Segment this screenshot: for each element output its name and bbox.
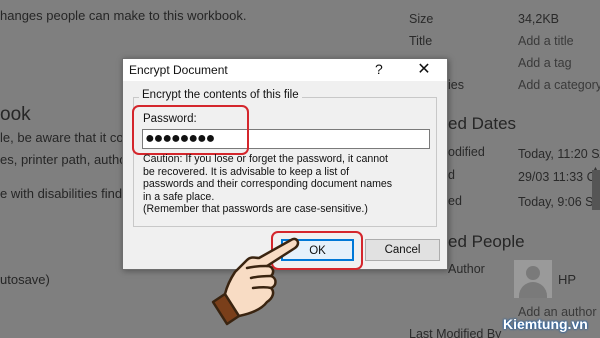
author-label: Author bbox=[448, 262, 485, 276]
pointing-hand-icon bbox=[211, 237, 300, 326]
scrollbar-thumb[interactable] bbox=[592, 170, 600, 210]
related-people-heading: ed People bbox=[448, 232, 525, 251]
backstage-text: utosave) bbox=[0, 272, 50, 287]
last-printed-value: Today, 9:06 SA bbox=[518, 195, 600, 209]
dialog-title: Encrypt Document bbox=[129, 63, 228, 77]
created-value: 29/03 11:33 CH bbox=[518, 170, 600, 184]
caution-text: Caution: If you lose or forget the passw… bbox=[143, 153, 433, 216]
size-value: 34,2KB bbox=[518, 12, 560, 26]
backstage-text: hanges people can make to this workbook. bbox=[0, 8, 247, 23]
title-label: Title bbox=[409, 34, 433, 48]
last-modified-value: Today, 11:20 SA bbox=[518, 147, 600, 161]
author-avatar bbox=[514, 260, 552, 298]
caution-line: in a safe place. bbox=[143, 190, 215, 203]
add-category-link[interactable]: Add a category bbox=[518, 78, 600, 92]
author-name: HP bbox=[558, 272, 577, 287]
backstage-text: es, printer path, author bbox=[0, 152, 131, 167]
encrypt-group-title: Encrypt the contents of this file bbox=[139, 89, 302, 101]
add-title-link[interactable]: Add a title bbox=[518, 34, 574, 48]
caution-line: (Remember that passwords are case-sensit… bbox=[143, 203, 368, 215]
backstage-text: le, be aware that it con bbox=[0, 130, 131, 145]
caution-line: Caution: If you lose or forget the passw… bbox=[143, 153, 388, 165]
related-dates-heading: ed Dates bbox=[448, 114, 517, 133]
add-tag-link[interactable]: Add a tag bbox=[518, 56, 572, 70]
last-modified-label: odified bbox=[448, 145, 485, 159]
close-icon[interactable]: ✕ bbox=[411, 59, 437, 79]
dialog-titlebar: Encrypt Document ? ✕ bbox=[123, 59, 447, 81]
categories-label: ies bbox=[448, 78, 464, 92]
caution-line: passwords and their corresponding docume… bbox=[143, 178, 393, 190]
last-modified-by-label: Last Modified By bbox=[409, 327, 502, 338]
caution-line: be recovered. It is advisable to keep a … bbox=[143, 165, 350, 178]
watermark: Kiemtung.vn bbox=[503, 316, 588, 332]
created-label: d bbox=[448, 168, 455, 182]
backstage-section-heading: ook bbox=[0, 104, 31, 125]
cancel-button[interactable]: Cancel bbox=[365, 239, 440, 261]
size-label: Size bbox=[409, 12, 434, 26]
password-highlight bbox=[132, 105, 249, 155]
last-printed-label: ed bbox=[448, 194, 462, 208]
help-icon[interactable]: ? bbox=[375, 61, 383, 77]
backstage-text: e with disabilities find c bbox=[0, 186, 133, 201]
